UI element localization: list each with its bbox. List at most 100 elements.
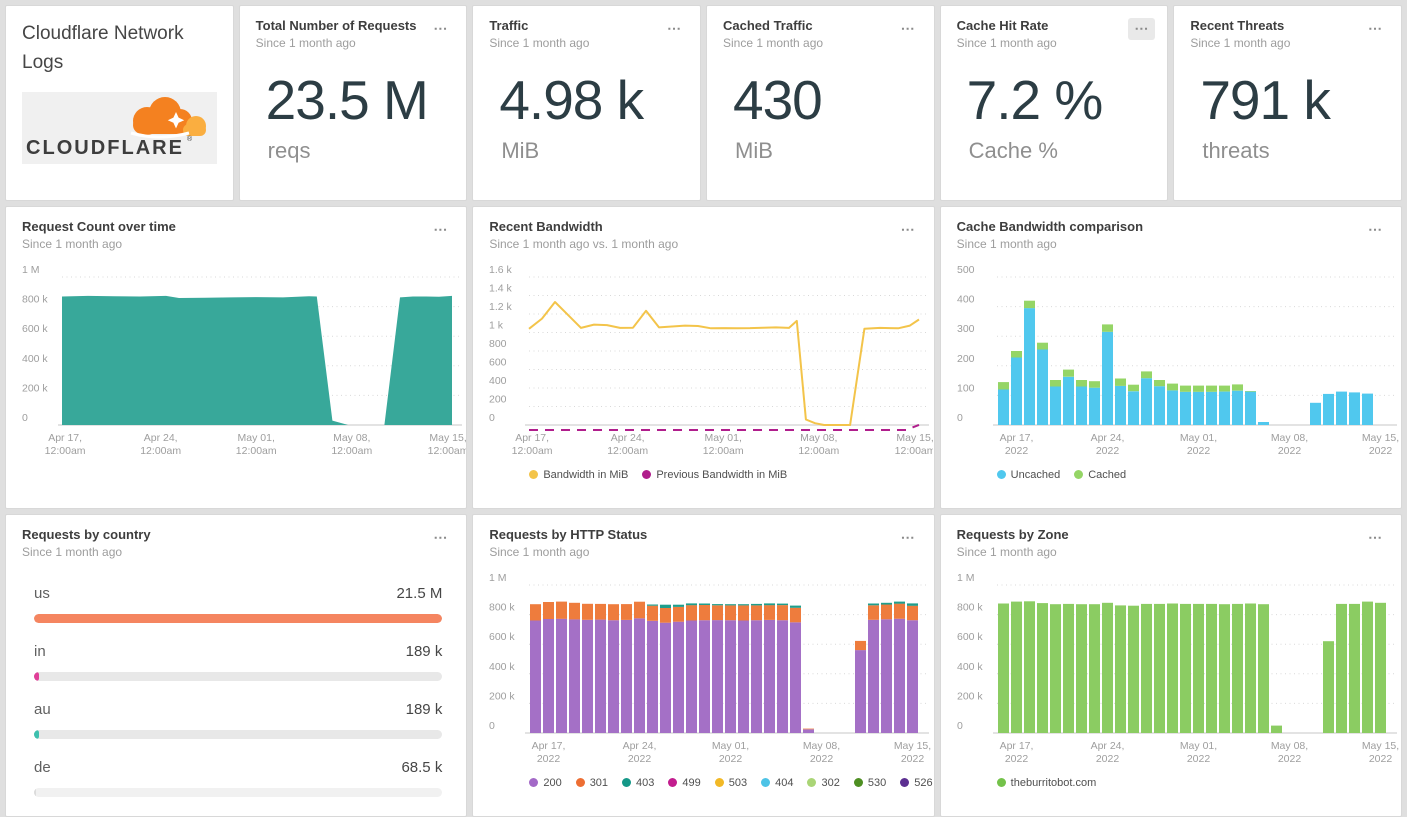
svg-text:Apr 17,: Apr 17, <box>532 740 566 752</box>
legend-item[interactable]: Uncached <box>996 469 1061 481</box>
chart-legend: 200301403499503404302530526524 <box>529 777 933 789</box>
svg-text:2022: 2022 <box>901 753 925 765</box>
stat-unit: Cache % <box>968 137 1058 163</box>
country-bar-track <box>34 672 443 681</box>
legend-dot <box>529 778 539 787</box>
legend-dot <box>900 778 910 787</box>
svg-text:Apr 17,: Apr 17, <box>999 740 1033 752</box>
legend-label: Cached <box>1088 469 1127 481</box>
svg-text:300: 300 <box>957 323 975 335</box>
legend-dot <box>1074 470 1084 479</box>
panel-menu-icon[interactable]: ⋯ <box>895 219 922 241</box>
svg-text:2022: 2022 <box>810 753 834 765</box>
panel-subtitle: Since 1 month ago <box>489 36 590 50</box>
panel-title: Requests by HTTP Status <box>489 527 648 542</box>
svg-text:May 08,: May 08, <box>1270 740 1307 752</box>
svg-text:May 08,: May 08, <box>333 432 370 444</box>
svg-text:Apr 24,: Apr 24, <box>144 432 178 444</box>
dashboard: Cloudflare Network Logs CLOUDFLARE ® Tot… <box>0 0 1407 817</box>
legend-item[interactable]: theburritobot.com <box>996 777 1097 789</box>
legend-item[interactable]: 301 <box>575 777 609 789</box>
svg-text:12:00am: 12:00am <box>331 445 372 457</box>
legend-item[interactable]: 302 <box>807 777 840 789</box>
legend-dot <box>714 778 724 787</box>
country-label: us <box>34 585 50 602</box>
registered-trademark-symbol: ® <box>187 135 193 143</box>
svg-text:400 k: 400 k <box>489 661 515 673</box>
legend-label: theburritobot.com <box>1010 777 1097 789</box>
legend-item[interactable]: 526 <box>900 777 933 789</box>
cache-bandwidth-bar-chart[interactable]: 500 400 300 200 100 0 Apr 17, 2022 Apr 24, 2022 Ma… <box>941 251 1401 465</box>
panel-title: Requests by Zone <box>956 527 1069 542</box>
panel-cache-bandwidth-comparison: Cache Bandwidth comparison Since 1 month… <box>939 206 1402 509</box>
recent-bandwidth-line-chart[interactable]: 1.6 k 1.4 k 1.2 k1 k 800 600 400 200 0 Apr 17, 12… <box>473 251 933 465</box>
legend-item[interactable]: 499 <box>668 777 701 789</box>
cloudflare-wordmark: CLOUDFLARE <box>26 137 184 159</box>
panel-menu-icon[interactable]: ⋯ <box>427 219 454 241</box>
panel-menu-icon[interactable]: ⋯ <box>1362 527 1389 549</box>
panel-subtitle: Since 1 month ago <box>956 237 1057 251</box>
legend-item[interactable]: 404 <box>761 777 793 789</box>
country-bar-fill <box>34 672 39 681</box>
country-bar-track <box>34 730 443 739</box>
legend-item[interactable]: Cached <box>1074 469 1126 481</box>
panel-menu-icon[interactable]: ⋯ <box>895 18 922 40</box>
legend-label: 404 <box>775 777 794 789</box>
country-label: au <box>34 701 51 718</box>
legend-label: 499 <box>682 777 701 789</box>
panel-menu-icon[interactable]: ⋯ <box>661 18 688 40</box>
panel-request-count-over-time: Request Count over time Since 1 month ag… <box>5 206 468 509</box>
svg-text:2022: 2022 <box>719 753 743 765</box>
legend-item[interactable]: Bandwidth in MiB <box>529 469 628 481</box>
svg-text:2022: 2022 <box>537 753 561 765</box>
legend-label: 526 <box>914 777 933 789</box>
svg-text:2022: 2022 <box>1186 445 1210 457</box>
zone-bar-chart[interactable]: 1 M 800 k 600 k 400 k 200 k 0 Apr 17, 2022 Apr 2… <box>941 559 1401 773</box>
panel-header: Recent Bandwidth Since 1 month ago vs. 1… <box>473 207 933 251</box>
panel-menu-icon[interactable]: ⋯ <box>1362 18 1389 40</box>
panel-menu-icon[interactable]: ⋯ <box>1128 18 1156 40</box>
svg-text:600: 600 <box>489 357 507 369</box>
svg-text:800 k: 800 k <box>489 602 515 614</box>
svg-text:1 M: 1 M <box>489 572 507 584</box>
panel-menu-icon[interactable]: ⋯ <box>1362 219 1389 241</box>
legend-item[interactable]: 503 <box>714 777 747 789</box>
country-value: 189 k <box>405 643 443 660</box>
chart-legend: Uncached Cached <box>996 469 1401 481</box>
svg-text:May 15,: May 15, <box>897 432 934 444</box>
legend-item[interactable]: 530 <box>853 777 886 789</box>
country-row: us 21.5 M <box>34 585 443 623</box>
svg-text:200 k: 200 k <box>489 690 515 702</box>
panel-title: Recent Threats <box>1190 18 1285 33</box>
svg-text:1 k: 1 k <box>489 320 504 332</box>
svg-text:2022: 2022 <box>1004 753 1028 765</box>
svg-text:1 M: 1 M <box>22 264 40 276</box>
request-count-area-chart[interactable]: 1 M 800 k 600 k 400 k 200 k 0 Apr 17, 12:00am Ap… <box>6 251 466 465</box>
country-label: in <box>34 643 46 660</box>
svg-text:800: 800 <box>489 338 507 350</box>
legend-item[interactable]: Previous Bandwidth in MiB <box>642 469 787 481</box>
svg-text:0: 0 <box>957 412 963 424</box>
panel-title: Traffic <box>489 18 529 33</box>
panel-subtitle: Since 1 month ago <box>956 36 1057 50</box>
http-status-stacked-bar-chart[interactable]: 1 M 800 k 600 k 400 k 200 k 0 Apr 17, 2022 Apr 2… <box>473 559 933 773</box>
panel-header: Requests by HTTP Status Since 1 month ag… <box>473 515 933 559</box>
legend-dot <box>529 470 539 479</box>
panel-subtitle: Since 1 month ago <box>22 545 123 559</box>
panel-menu-icon[interactable]: ⋯ <box>427 18 454 40</box>
country-value: 21.5 M <box>396 585 443 602</box>
panel-header: Cache Bandwidth comparison Since 1 month… <box>941 207 1401 251</box>
svg-text:400: 400 <box>957 294 975 306</box>
panel-subtitle: Since 1 month ago vs. 1 month ago <box>489 237 679 251</box>
panel-menu-icon[interactable]: ⋯ <box>895 527 922 549</box>
stat-unit: MiB <box>501 137 540 163</box>
stat-unit: MiB <box>735 137 773 163</box>
svg-text:Apr 17,: Apr 17, <box>516 432 550 444</box>
legend-label: Uncached <box>1010 469 1061 481</box>
panel-menu-icon[interactable]: ⋯ <box>427 527 454 549</box>
legend-label: 301 <box>589 777 609 789</box>
legend-item[interactable]: 403 <box>622 777 654 789</box>
legend-item[interactable]: 200 <box>529 777 562 789</box>
country-value: 189 k <box>405 701 443 718</box>
svg-text:400: 400 <box>489 375 507 387</box>
